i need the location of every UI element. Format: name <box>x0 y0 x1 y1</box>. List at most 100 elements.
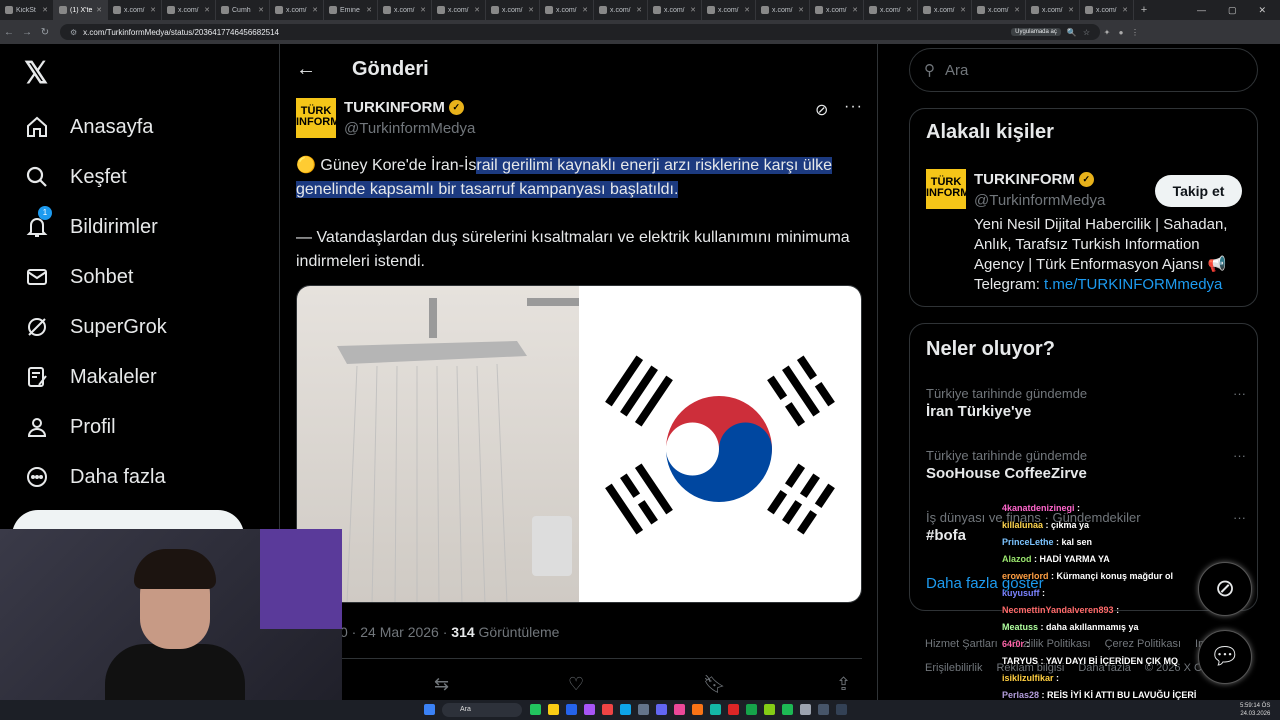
nav-item-sohbet[interactable]: Sohbet <box>24 264 133 290</box>
browser-tab[interactable]: x.com/ ✕ <box>162 0 216 20</box>
grok-fab-icon[interactable]: ⊘ <box>1198 562 1252 616</box>
forward-icon[interactable]: → <box>18 27 36 38</box>
app-icon[interactable] <box>818 704 829 715</box>
browser-tab[interactable]: x.com/ ✕ <box>702 0 756 20</box>
tab-close-icon[interactable]: ✕ <box>366 6 372 14</box>
tab-close-icon[interactable]: ✕ <box>420 6 426 14</box>
tweet-media[interactable] <box>296 285 862 603</box>
browser-menu-icon[interactable]: ⋮ <box>1128 28 1142 37</box>
browser-tab[interactable]: x.com/ ✕ <box>1080 0 1134 20</box>
tab-close-icon[interactable]: ✕ <box>42 6 48 14</box>
more-options-icon[interactable]: ··· <box>1233 510 1246 525</box>
nav-item-supergrok[interactable]: SuperGrok <box>24 314 167 340</box>
app-icon[interactable] <box>710 704 721 715</box>
browser-tab[interactable]: x.com/ ✕ <box>108 0 162 20</box>
browser-tab[interactable]: x.com/ ✕ <box>1026 0 1080 20</box>
app-icon[interactable] <box>620 704 631 715</box>
tab-close-icon[interactable]: ✕ <box>96 6 102 14</box>
app-icon[interactable] <box>764 704 775 715</box>
app-icon[interactable] <box>728 704 739 715</box>
browser-tab[interactable]: (1) X'te ✕ <box>54 0 108 20</box>
app-icon[interactable] <box>692 704 703 715</box>
browser-tab[interactable]: x.com/ ✕ <box>810 0 864 20</box>
nav-item-profil[interactable]: Profil <box>24 414 116 440</box>
browser-tab[interactable]: KickSt ✕ <box>0 0 54 20</box>
minimize-icon[interactable]: — <box>1197 5 1206 16</box>
reload-icon[interactable]: ↻ <box>36 27 54 38</box>
back-arrow-icon[interactable]: ← <box>296 58 316 81</box>
messages-fab-icon[interactable]: 💬︎ <box>1198 630 1252 684</box>
author-handle[interactable]: @TurkinformMedya <box>344 120 475 137</box>
nav-item-daha-fazla[interactable]: Daha fazla <box>24 464 166 490</box>
more-options-icon[interactable]: ··· <box>844 98 863 116</box>
spotify-icon[interactable] <box>782 704 793 715</box>
profile-icon[interactable]: ● <box>1114 28 1128 37</box>
tab-close-icon[interactable]: ✕ <box>1068 6 1074 14</box>
browser-tab[interactable]: x.com/ ✕ <box>540 0 594 20</box>
browser-tab[interactable]: x.com/ ✕ <box>270 0 324 20</box>
tab-close-icon[interactable]: ✕ <box>636 6 642 14</box>
grok-icon[interactable]: ⊘ <box>815 100 828 120</box>
explorer-icon[interactable] <box>548 704 559 715</box>
nav-item-bildirimler[interactable]: 1 Bildirimler <box>24 206 158 240</box>
tab-close-icon[interactable]: ✕ <box>150 6 156 14</box>
browser-tab[interactable]: x.com/ ✕ <box>756 0 810 20</box>
app-icon[interactable] <box>530 704 541 715</box>
share-icon[interactable]: ⇪ <box>836 674 851 695</box>
browser-tab[interactable]: x.com/ ✕ <box>594 0 648 20</box>
trend-item[interactable]: Türkiye tarihinde gündemde İran Türkiye'y… <box>926 386 1246 420</box>
new-tab-icon[interactable]: + <box>1134 4 1154 16</box>
footer-link[interactable]: Erişilebilirlik <box>925 656 982 680</box>
avatar[interactable]: TÜRK INFORM <box>926 169 969 209</box>
app-icon[interactable] <box>638 704 649 715</box>
browser-tab[interactable]: x.com/ ✕ <box>972 0 1026 20</box>
browser-tab[interactable]: x.com/ ✕ <box>432 0 486 20</box>
close-window-icon[interactable]: ✕ <box>1258 5 1266 16</box>
browser-tab[interactable]: x.com/ ✕ <box>918 0 972 20</box>
browser-tab[interactable]: x.com/ ✕ <box>864 0 918 20</box>
tab-close-icon[interactable]: ✕ <box>744 6 750 14</box>
author-name[interactable]: TURKINFORM ✓ <box>344 99 464 116</box>
tab-close-icon[interactable]: ✕ <box>582 6 588 14</box>
retweet-icon[interactable]: ⇆ <box>434 674 449 695</box>
zoom-icon[interactable]: 🔍 <box>1067 28 1077 37</box>
taskbar-clock[interactable]: 5:59:14 ÖS 24.03.2026 <box>1240 702 1270 718</box>
like-icon[interactable]: ♡ <box>568 674 584 695</box>
tab-close-icon[interactable]: ✕ <box>1014 6 1020 14</box>
bookmark-icon[interactable]: 🔖︎ <box>703 674 726 695</box>
taskbar-search[interactable]: Ara <box>442 703 522 717</box>
app-icon[interactable] <box>746 704 757 715</box>
search-input[interactable]: ⚲ Ara <box>909 48 1258 92</box>
tab-close-icon[interactable]: ✕ <box>204 6 210 14</box>
bio-link[interactable]: t.me/TURKINFORMmedya <box>1044 276 1222 293</box>
browser-tab[interactable]: x.com/ ✕ <box>648 0 702 20</box>
tab-close-icon[interactable]: ✕ <box>852 6 858 14</box>
site-info-icon[interactable]: ⚙ <box>70 28 77 37</box>
app-icon[interactable] <box>800 704 811 715</box>
more-options-icon[interactable]: ··· <box>1233 386 1246 401</box>
tab-close-icon[interactable]: ✕ <box>960 6 966 14</box>
start-icon[interactable] <box>424 704 435 715</box>
bookmark-star-icon[interactable]: ☆ <box>1083 28 1090 37</box>
browser-tab[interactable]: x.com/ ✕ <box>378 0 432 20</box>
tab-close-icon[interactable]: ✕ <box>474 6 480 14</box>
more-options-icon[interactable]: ··· <box>1233 448 1246 463</box>
nav-item-anasayfa[interactable]: Anasayfa <box>24 114 153 140</box>
extensions-icon[interactable]: ✦ <box>1100 28 1114 37</box>
tab-close-icon[interactable]: ✕ <box>906 6 912 14</box>
tab-close-icon[interactable]: ✕ <box>528 6 534 14</box>
address-bar[interactable]: ⚙ x.com/TurkinformMedya/status/203641774… <box>60 24 1100 40</box>
discord-icon[interactable] <box>656 704 667 715</box>
browser-tab[interactable]: Cumh ✕ <box>216 0 270 20</box>
related-handle[interactable]: @TurkinformMedya <box>974 192 1105 209</box>
app-icon[interactable] <box>584 704 595 715</box>
app-icon[interactable] <box>674 704 685 715</box>
nav-item-makaleler[interactable]: Makaleler <box>24 364 157 390</box>
browser-tab[interactable]: Emine ✕ <box>324 0 378 20</box>
korea-flag-image[interactable] <box>579 286 861 602</box>
maximize-icon[interactable]: ▢ <box>1228 5 1237 16</box>
open-in-app-chip[interactable]: Uygulamada aç <box>1011 28 1061 36</box>
tab-close-icon[interactable]: ✕ <box>312 6 318 14</box>
back-icon[interactable]: ← <box>0 27 18 38</box>
avatar[interactable]: TÜRK INFORM <box>296 98 339 138</box>
